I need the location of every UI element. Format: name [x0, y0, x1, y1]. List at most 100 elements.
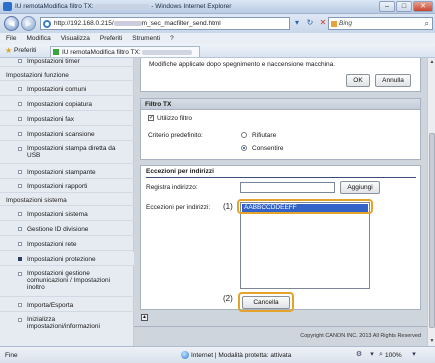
sidebar-item-fax[interactable]: Impostazioni fax [0, 112, 134, 126]
window-title-suffix: - Windows Internet Explorer [151, 3, 232, 10]
menu-file[interactable]: File [6, 35, 16, 42]
internet-zone-icon [181, 351, 189, 359]
ok-button[interactable]: OK [346, 74, 370, 87]
bullet-icon [18, 212, 22, 216]
section-divider [146, 177, 416, 178]
favorites-bar: ★ Preferiti IU remotaModifica filtro TX: [0, 44, 435, 58]
scroll-thumb[interactable] [429, 133, 435, 328]
callout-number-1: (1) [223, 202, 233, 211]
copyright-text: Copyright CANON INC. 2013 All Rights Res… [300, 333, 421, 339]
vertical-scrollbar[interactable]: ▲ ▼ [427, 58, 435, 346]
search-field[interactable]: Bing ⌕ [328, 17, 433, 30]
dropdown-icon[interactable]: ▾ [292, 18, 302, 28]
star-icon[interactable]: ★ [5, 46, 12, 55]
sidebar-item-printer[interactable]: Impostazioni stampante [0, 165, 134, 179]
back-button[interactable]: ◀ [4, 16, 19, 31]
sidebar-item-scan[interactable]: Impostazioni scansione [0, 127, 134, 141]
bullet-icon [18, 227, 22, 231]
refresh-icon[interactable]: ↻ [305, 18, 315, 28]
stop-icon[interactable]: ✕ [318, 18, 328, 28]
url-prefix: http://192.168.0.215/ [54, 20, 114, 27]
menu-view[interactable]: Visualizza [61, 35, 90, 42]
bullet-icon [18, 132, 22, 136]
sidebar-item-common[interactable]: Impostazioni comuni [0, 82, 134, 96]
page-icon [43, 20, 51, 28]
use-filter-checkbox[interactable]: ✓ [148, 115, 154, 121]
bullet-icon [18, 184, 22, 188]
radio-reject[interactable] [241, 132, 247, 138]
status-text: Fine [5, 352, 18, 359]
sidebar-item-dept-id[interactable]: Gestione ID divisione [0, 222, 134, 236]
bing-icon [331, 21, 337, 27]
bullet-icon [18, 318, 22, 322]
menu-tools[interactable]: Strumenti [132, 35, 160, 42]
exceptions-listbox[interactable]: AABBCCDDEEFF [240, 202, 370, 289]
callout-highlight-1 [237, 199, 373, 214]
browser-tab[interactable]: IU remotaModifica filtro TX: [50, 46, 200, 57]
sidebar-item-label-line2: impostazioni/informazioni [27, 323, 100, 330]
sidebar-item-comm-mgmt[interactable]: Impostazioni gestione comunicazioni / Im… [0, 267, 134, 297]
sidebar-item-timer[interactable]: Impostazioni timer [0, 58, 134, 67]
sidebar-item-import-export[interactable]: Importa/Esporta [0, 298, 134, 312]
protected-mode-icon[interactable]: ⚙ [355, 351, 363, 359]
menu-edit[interactable]: Modifica [26, 35, 50, 42]
sidebar: Impostazioni timer Impostazioni funzione… [0, 58, 134, 346]
bullet-active-icon [18, 257, 22, 261]
zoom-level[interactable]: 100% [385, 352, 402, 359]
close-button[interactable]: ✕ [413, 1, 433, 12]
tab-title-text: IU remotaModifica filtro TX: [62, 49, 141, 56]
minimize-button[interactable]: – [379, 1, 395, 12]
menu-bar: File Modifica Visualizza Preferiti Strum… [0, 33, 435, 44]
maximize-button[interactable]: □ [396, 1, 412, 12]
address-bar[interactable]: http://192.168.0.215/m_sec_macfilter_sen… [40, 17, 290, 30]
zoom-dropdown-icon[interactable]: ▾ [410, 351, 418, 359]
sidebar-item-usb-print[interactable]: Impostazioni stampa diretta da USB [0, 142, 134, 164]
scroll-up-icon[interactable]: ▲ [429, 59, 435, 66]
sidebar-item-initialize[interactable]: Inizializza impostazioni/informazioni [0, 313, 134, 335]
url-suffix: m_sec_macfilter_send.html [141, 20, 221, 27]
search-icon[interactable]: ⌕ [425, 19, 429, 29]
sidebar-head-system: Impostazioni sistema [0, 194, 134, 206]
forward-button[interactable]: ▶ [21, 16, 36, 31]
radio-accept[interactable] [241, 145, 247, 151]
menu-help[interactable]: ? [170, 35, 174, 42]
window-title-prefix: IU remotaModifica filtro TX: [15, 3, 94, 10]
tab-icon [53, 49, 59, 55]
menu-favorites[interactable]: Preferiti [100, 35, 122, 42]
sidebar-item-security[interactable]: Impostazioni protezione [0, 252, 134, 266]
sidebar-item-copy[interactable]: Impostazioni copiatura [0, 97, 134, 111]
window-title: IU remotaModifica filtro TX: - Windows I… [15, 3, 231, 10]
page-content: Impostazioni timer Impostazioni funzione… [0, 58, 427, 346]
callout-number-2: (2) [223, 294, 233, 303]
cancel-button[interactable]: Annulla [375, 74, 411, 87]
radio-accept-label: Consentire [252, 145, 284, 152]
bullet-icon [18, 59, 22, 63]
sidebar-section-label: Impostazioni funzione [6, 72, 69, 79]
favorites-button[interactable]: Preferiti [14, 47, 36, 54]
redacted-text [113, 20, 142, 26]
sidebar-head-functions: Impostazioni funzione [0, 68, 134, 81]
arrow-icon[interactable]: ▾ [368, 351, 376, 359]
tab-title: IU remotaModifica filtro TX: [62, 49, 193, 56]
exceptions-list-label: Eccezioni per indirizzi: [146, 204, 211, 211]
register-address-input[interactable] [240, 182, 335, 193]
scroll-down-icon[interactable]: ▼ [429, 338, 435, 345]
register-address-label: Registra indirizzo: [146, 184, 198, 191]
restart-message: Modifiche applicate dopo spegnimento e n… [149, 61, 336, 68]
sidebar-item-reports[interactable]: Impostazioni rapporti [0, 180, 134, 193]
bullet-icon [18, 272, 22, 276]
sidebar-item-network[interactable]: Impostazioni rete [0, 237, 134, 251]
sidebar-item-label-line3: inoltro [27, 284, 45, 291]
redacted-text [95, 3, 150, 9]
add-button[interactable]: Aggiungi [340, 181, 380, 194]
page-top-icon[interactable]: ▲ [141, 314, 148, 321]
status-bar: Fine Internet | Modalità protetta: attiv… [0, 346, 435, 363]
use-filter-label: Utilizzo filtro [157, 115, 193, 122]
bullet-icon [18, 147, 22, 151]
sidebar-item-system[interactable]: Impostazioni sistema [0, 207, 134, 221]
security-zone-text[interactable]: Internet | Modalità protetta: attivata [191, 352, 291, 359]
address-toolbar: ◀ ▶ http://192.168.0.215/m_sec_macfilter… [0, 14, 435, 33]
zoom-icon[interactable]: ⌕ [377, 351, 385, 359]
search-placeholder: Bing [339, 20, 353, 27]
callout-highlight-2 [238, 292, 294, 312]
